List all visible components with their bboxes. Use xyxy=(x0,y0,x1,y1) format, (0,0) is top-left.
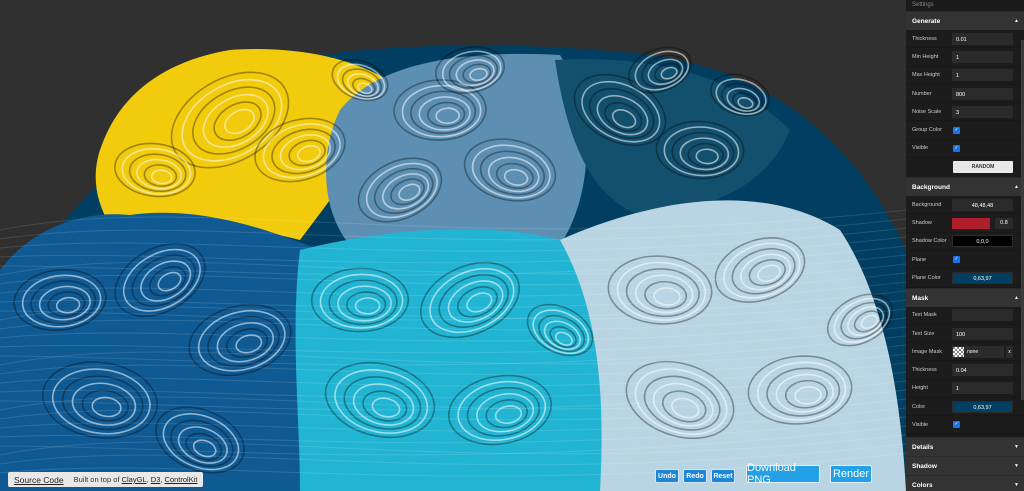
max-height-row: Max Height 1 xyxy=(906,67,1024,85)
d3-link[interactable]: D3 xyxy=(151,475,161,484)
visible-checkbox[interactable]: ✓ xyxy=(953,144,960,152)
random-button[interactable]: RANDOM xyxy=(953,161,1013,174)
text-size-input[interactable]: 100 xyxy=(952,327,1013,340)
thickness-input[interactable]: 0.01 xyxy=(952,32,1013,45)
mask-height-input[interactable]: 1 xyxy=(952,382,1013,395)
shadow-color-row: Shadow Color 0,0,0 xyxy=(906,233,1024,251)
image-mask-picker[interactable]: none xyxy=(952,345,1004,358)
min-height-input[interactable]: 1 xyxy=(952,50,1013,63)
mask-color-input[interactable]: 0,63,97 xyxy=(952,400,1013,413)
text-size-row: Text Size 100 xyxy=(906,325,1024,344)
expand-icon: ▼ xyxy=(1014,481,1019,488)
thickness-row: Thickness 0.01 xyxy=(906,30,1024,49)
controlkit-link[interactable]: ControlKit xyxy=(165,475,198,484)
credits-bar: Source Code Built on top of ClayGL, D3, … xyxy=(8,472,204,487)
mask-height-row: Height 1 xyxy=(906,380,1024,399)
render-viewport[interactable]: Source Code Built on top of ClayGL, D3, … xyxy=(0,0,906,491)
section-background[interactable]: Background ▲ xyxy=(906,177,1024,197)
shadow-row: Shadow 0.8 xyxy=(906,214,1024,233)
collapse-icon: ▲ xyxy=(1014,184,1019,191)
undo-button[interactable]: Undo xyxy=(655,469,679,483)
image-mask-row: Image Mask none x xyxy=(906,343,1024,362)
noise-scale-input[interactable]: 3 xyxy=(952,105,1013,118)
background-color-input[interactable]: 48,48,48 xyxy=(952,198,1013,211)
min-height-row: Min Height 1 xyxy=(906,48,1024,67)
background-row: Background 48,48,48 xyxy=(906,196,1024,215)
render-button[interactable]: Render xyxy=(830,465,872,483)
settings-panel: Settings Generate ▲ Thickness 0.01 Min Hei… xyxy=(906,0,1024,491)
collapse-icon: ▲ xyxy=(1014,18,1019,24)
visible-row: Visible ✓ xyxy=(906,140,1024,159)
number-row: Number 800 xyxy=(906,85,1024,104)
redo-button[interactable]: Redo xyxy=(683,469,707,483)
number-input[interactable]: 800 xyxy=(952,87,1013,100)
plane-row: Plane ✓ xyxy=(906,251,1024,270)
expand-icon: ▼ xyxy=(1014,462,1019,469)
panel-title: Settings xyxy=(906,0,1024,11)
text-mask-input[interactable] xyxy=(952,309,1013,322)
section-shadow[interactable]: Shadow ▼ xyxy=(906,455,1024,475)
text-mask-row: Text Mask xyxy=(906,307,1024,325)
source-code-link[interactable]: Source Code xyxy=(14,475,64,485)
mask-visible-row: Visible ✓ xyxy=(906,416,1024,435)
claygl-link[interactable]: ClayGL xyxy=(122,475,147,484)
reset-button[interactable]: Reset xyxy=(711,469,735,483)
group-color-checkbox[interactable]: ✓ xyxy=(953,126,960,134)
plane-color-row: Plane Color 0,63,97 xyxy=(906,269,1024,288)
mask-visible-checkbox[interactable]: ✓ xyxy=(953,421,960,429)
ribbon-scene[interactable] xyxy=(0,0,906,491)
shadow-color-input[interactable]: 0,0,0 xyxy=(952,235,1013,248)
random-row: RANDOM xyxy=(906,158,1024,177)
section-details[interactable]: Details ▼ xyxy=(906,436,1024,456)
clear-image-button[interactable]: x xyxy=(1006,345,1013,358)
built-on-text: Built on top of ClayGL, D3, ControlKit xyxy=(73,475,198,484)
plane-color-input[interactable]: 0,63,97 xyxy=(952,271,1013,284)
section-mask[interactable]: Mask ▲ xyxy=(906,287,1024,307)
mask-color-row: Color 0,63,97 xyxy=(906,398,1024,417)
shadow-slider[interactable] xyxy=(952,217,990,229)
max-height-input[interactable]: 1 xyxy=(952,69,1013,82)
group-color-row: Group Color ✓ xyxy=(906,121,1024,140)
collapse-icon: ▲ xyxy=(1014,294,1019,301)
download-png-button[interactable]: Download PNG xyxy=(746,462,820,486)
section-colors[interactable]: Colors ▼ xyxy=(906,474,1024,491)
mask-thickness-row: Thickness 0.04 xyxy=(906,361,1024,380)
plane-checkbox[interactable]: ✓ xyxy=(953,256,960,264)
section-generate[interactable]: Generate ▲ xyxy=(906,11,1024,30)
noise-scale-row: Noise Scale 3 xyxy=(906,103,1024,122)
expand-icon: ▼ xyxy=(1014,443,1019,450)
mask-thickness-input[interactable]: 0.04 xyxy=(952,364,1013,377)
transparent-icon xyxy=(953,346,964,357)
shadow-value[interactable]: 0.8 xyxy=(995,217,1013,229)
